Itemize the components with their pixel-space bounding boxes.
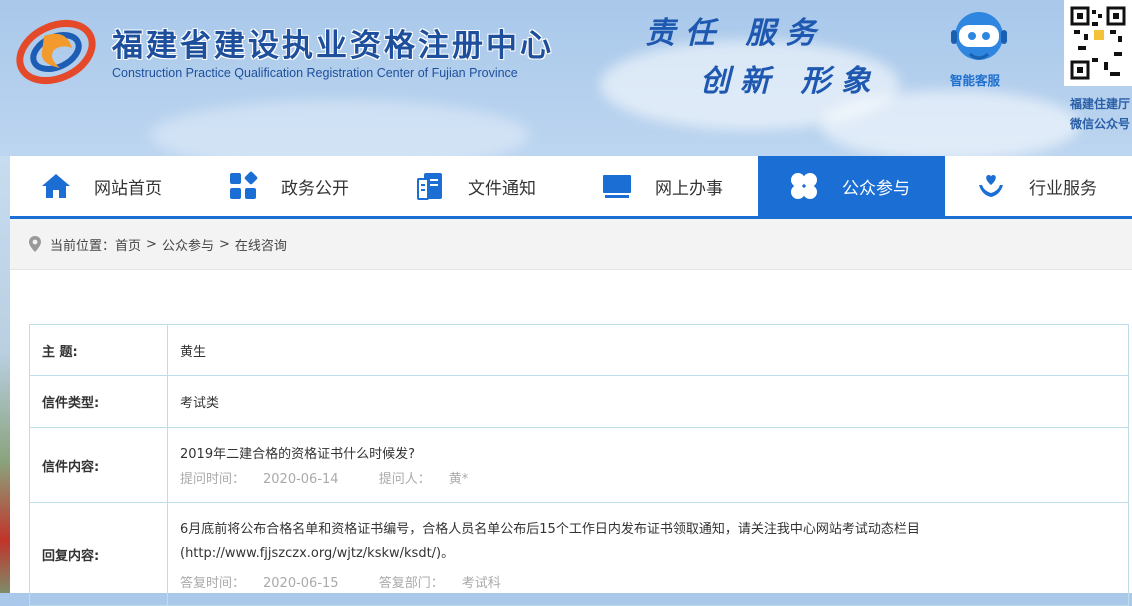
reply-dept-value: 考试科 <box>461 575 501 591</box>
ask-time-label: 提问时间： <box>180 472 246 487</box>
table-row: 回复内容: 6月底前将公布合格名单和资格证书编号，合格人员名单公布后15个工作日… <box>29 502 1129 606</box>
nav-label: 网站首页 <box>94 178 162 199</box>
nav-label: 政务公开 <box>281 178 349 199</box>
nav-item-notices[interactable]: 文件通知 <box>384 156 571 216</box>
document-icon <box>412 168 448 204</box>
reply-time: 答复时间： 2020-06-15 <box>180 576 357 591</box>
nav-label: 行业服务 <box>1029 178 1097 199</box>
slogan-line1: 责任 服务 <box>645 16 826 51</box>
breadcrumb-separator: > <box>218 236 230 252</box>
clover-icon <box>786 168 822 204</box>
nav-label: 网上办事 <box>655 178 723 199</box>
reply-meta: 答复时间： 2020-06-15 答复部门： 考试科 <box>180 572 1116 591</box>
asker: 提问人： 黄* <box>379 472 487 487</box>
reply-label: 回复内容: <box>29 502 168 606</box>
location-pin-icon <box>28 235 42 253</box>
breadcrumb-separator: > <box>146 236 157 252</box>
nav-label: 公众参与 <box>842 178 910 199</box>
subject-label: 主 题: <box>29 324 168 376</box>
table-row: 信件内容: 2019年二建合格的资格证书什么时候发? 提问时间： 2020-06-… <box>29 427 1129 503</box>
table-row: 主 题: 黄生 <box>29 324 1129 376</box>
letter-content-label: 信件内容: <box>29 427 168 503</box>
robot-service-icon[interactable] <box>948 10 1010 66</box>
letter-content-text: 2019年二建合格的资格证书什么时候发? <box>180 447 415 462</box>
slogan-line2: 创新 形象 <box>700 64 881 99</box>
reply-time-label: 答复时间： <box>180 575 246 591</box>
site-subtitle: Construction Practice Qualification Regi… <box>112 66 518 80</box>
letter-detail-table: 主 题: 黄生 信件类型: 考试类 信件内容: 2019年二建合格的资格证书什么… <box>29 324 1129 606</box>
cloud-decoration <box>150 100 530 156</box>
background-scenery <box>0 156 10 593</box>
breadcrumb-link-public-participation[interactable]: 公众参与 <box>162 235 214 254</box>
asker-value: 黄* <box>448 472 469 487</box>
subject-value: 黄生 <box>167 324 1129 376</box>
site-header: 福建省建设执业资格注册中心 Construction Practice Qual… <box>0 0 1132 156</box>
breadcrumb-link-home[interactable]: 首页 <box>115 235 141 254</box>
main-content: 主 题: 黄生 信件类型: 考试类 信件内容: 2019年二建合格的资格证书什么… <box>10 270 1132 606</box>
nav-item-public-participation[interactable]: 公众参与 <box>758 156 945 216</box>
main-nav: 网站首页 政务公开 文件通知 网上办事 公众参与 行业服务 <box>10 156 1132 219</box>
table-row: 信件类型: 考试类 <box>29 375 1129 428</box>
ask-time: 提问时间： 2020-06-14 <box>180 472 357 487</box>
site-title: 福建省建设执业资格注册中心 <box>112 28 554 64</box>
qr-caption-line1: 福建住建厅 <box>1070 97 1131 111</box>
breadcrumb-prefix: 当前位置： <box>50 238 116 254</box>
question-meta: 提问时间： 2020-06-14 提问人： 黄* <box>180 468 1116 487</box>
qr-caption-line2: 微信公众号 <box>1070 117 1131 131</box>
ask-time-value: 2020-06-14 <box>263 472 339 487</box>
qr-caption: 福建住建厅 微信公众号 <box>1070 94 1132 134</box>
hand-heart-icon <box>973 168 1009 204</box>
letter-type-value: 考试类 <box>167 375 1129 428</box>
letter-type-label: 信件类型: <box>29 375 168 428</box>
nav-item-home[interactable]: 网站首页 <box>10 156 197 216</box>
nav-item-industry-service[interactable]: 行业服务 <box>945 156 1132 216</box>
nav-label: 文件通知 <box>468 178 536 199</box>
breadcrumb: 当前位置： 首页 > 公众参与 > 在线咨询 <box>10 219 1132 270</box>
asker-label: 提问人： <box>378 472 431 487</box>
site-logo-icon[interactable] <box>14 14 98 86</box>
reply-cell: 6月底前将公布合格名单和资格证书编号，合格人员名单公布后15个工作日内发布证书领… <box>167 502 1129 606</box>
reply-dept: 答复部门： 考试科 <box>379 576 519 591</box>
wechat-qr-code <box>1064 0 1132 86</box>
grid-icon <box>225 168 261 204</box>
reply-dept-label: 答复部门： <box>378 575 444 591</box>
home-icon <box>38 168 74 204</box>
smart-service-label[interactable]: 智能客服 <box>950 70 1000 89</box>
monitor-icon <box>599 168 635 204</box>
reply-text: 6月底前将公布合格名单和资格证书编号，合格人员名单公布后15个工作日内发布证书领… <box>180 521 920 561</box>
nav-item-gov-affairs[interactable]: 政务公开 <box>197 156 384 216</box>
nav-item-online-service[interactable]: 网上办事 <box>571 156 758 216</box>
breadcrumb-link-online-consult[interactable]: 在线咨询 <box>235 235 287 254</box>
letter-content-cell: 2019年二建合格的资格证书什么时候发? 提问时间： 2020-06-14 提问人… <box>167 427 1129 503</box>
reply-time-value: 2020-06-15 <box>263 575 339 591</box>
